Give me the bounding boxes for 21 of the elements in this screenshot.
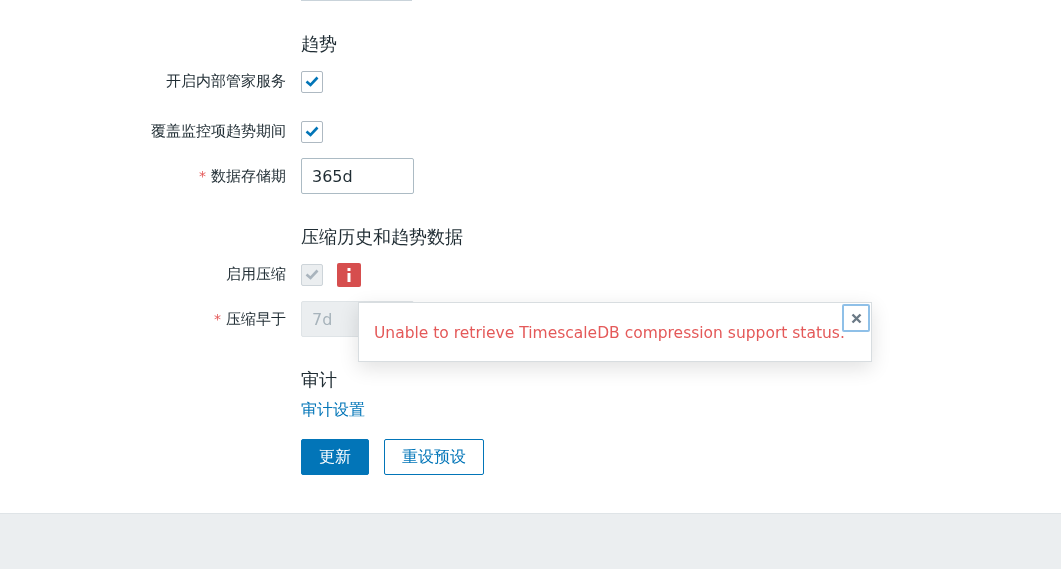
check-icon: [305, 269, 319, 280]
checkbox[interactable]: [301, 120, 323, 143]
field-label: 启用压缩: [226, 265, 286, 284]
field-label: 覆盖监控项趋势期间: [151, 122, 286, 141]
check-icon: [305, 126, 319, 137]
input-field[interactable]: 365d: [301, 158, 414, 194]
close-icon: [850, 312, 862, 324]
close-button[interactable]: [842, 304, 870, 332]
section-heading: 压缩历史和趋势数据: [301, 225, 463, 249]
audit-settings-link[interactable]: 审计设置: [301, 400, 365, 421]
section-heading: 审计: [301, 368, 337, 392]
form-button[interactable]: 重设预设: [384, 439, 484, 475]
field-label: 开启内部管家服务: [166, 72, 286, 91]
required-mark: *: [199, 168, 206, 184]
required-mark: *: [214, 311, 221, 327]
form-button[interactable]: 更新: [301, 439, 369, 475]
field-label: 压缩早于: [226, 309, 286, 329]
section-heading: 趋势: [301, 32, 337, 56]
checkbox[interactable]: [301, 70, 323, 93]
check-icon: [305, 76, 319, 87]
field-label: 数据存储期: [211, 166, 286, 186]
